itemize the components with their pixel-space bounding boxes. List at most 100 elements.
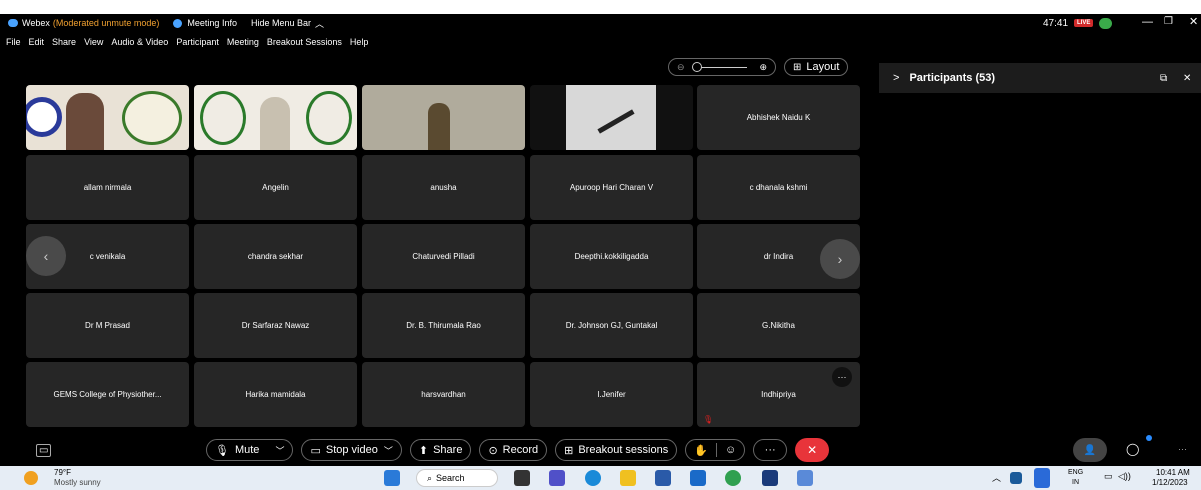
video-tile[interactable]: Angelin bbox=[194, 155, 357, 220]
taskbar-search[interactable]: ⌕ Search bbox=[416, 469, 498, 487]
stop-video-button[interactable]: ▭ Stop video ﹀ bbox=[301, 439, 402, 461]
chevron-up-icon[interactable]: ︿ bbox=[992, 471, 1001, 484]
chevron-down-icon[interactable]: ﹀ bbox=[275, 444, 284, 457]
video-tile[interactable]: Dr. Johnson GJ, Guntakal bbox=[530, 293, 693, 358]
minimize-button[interactable]: — bbox=[1142, 16, 1153, 28]
camera-icon: ▭ bbox=[310, 444, 321, 457]
menu-help[interactable]: Help bbox=[350, 37, 369, 47]
video-tile[interactable]: Harika mamidala bbox=[194, 362, 357, 427]
mic-tray-icon[interactable] bbox=[1034, 468, 1050, 488]
restore-button[interactable]: ❐ bbox=[1164, 16, 1173, 27]
windows-start-icon[interactable] bbox=[384, 470, 400, 486]
record-button[interactable]: ⊙ Record bbox=[479, 439, 548, 461]
video-tile[interactable]: anusha bbox=[362, 155, 525, 220]
tile-name: GEMS College of Physiother... bbox=[53, 390, 162, 399]
raise-hand-icon[interactable]: ✋ bbox=[694, 444, 708, 457]
mode-label: (Moderated unmute mode) bbox=[52, 18, 160, 28]
clock-date[interactable]: 1/12/2023 bbox=[1152, 478, 1188, 487]
menu-participant[interactable]: Participant bbox=[176, 37, 219, 47]
menu-edit[interactable]: Edit bbox=[29, 37, 45, 47]
video-tile[interactable] bbox=[194, 85, 357, 150]
clock-time[interactable]: 10:41 AM bbox=[1156, 468, 1190, 477]
store-icon[interactable] bbox=[655, 470, 671, 486]
reactions-button[interactable]: ✋ ☺ bbox=[685, 439, 746, 461]
video-tile[interactable]: chandra sekhar bbox=[194, 224, 357, 289]
share-icon: ⬆ bbox=[418, 444, 429, 457]
video-tile[interactable]: Indhipriya ··· 🎙 bbox=[697, 362, 860, 427]
more-apps-icon[interactable]: ··· bbox=[1178, 444, 1187, 454]
edge-browser-icon[interactable] bbox=[585, 470, 601, 486]
chevron-down-icon[interactable]: ﹀ bbox=[384, 444, 393, 457]
breakout-icon: ⊞ bbox=[564, 444, 574, 457]
tile-name: harsvardhan bbox=[421, 390, 466, 399]
video-tile[interactable]: allam nirmala bbox=[26, 155, 189, 220]
chat-button[interactable]: ◯ bbox=[1126, 442, 1139, 456]
file-explorer-icon[interactable] bbox=[620, 470, 636, 486]
video-tile[interactable]: Apuroop Hari Charan V bbox=[530, 155, 693, 220]
webex-tray-icon[interactable] bbox=[1010, 472, 1022, 484]
video-tile[interactable] bbox=[362, 85, 525, 150]
video-tile[interactable] bbox=[26, 85, 189, 150]
menu-share[interactable]: Share bbox=[52, 37, 76, 47]
share-button[interactable]: ⬆ Share bbox=[409, 439, 472, 461]
popout-icon[interactable]: ⧉ bbox=[1160, 73, 1167, 84]
menu-meeting[interactable]: Meeting bbox=[227, 37, 259, 47]
video-tile[interactable]: Dr Sarfaraz Nawaz bbox=[194, 293, 357, 358]
task-view-icon[interactable] bbox=[514, 470, 530, 486]
chrome-icon[interactable] bbox=[725, 470, 741, 486]
panel-close-icon[interactable]: ✕ bbox=[1183, 73, 1191, 84]
video-tile[interactable]: Chaturvedi Pilladi bbox=[362, 224, 525, 289]
video-tile[interactable]: c dhanala kshmi bbox=[697, 155, 860, 220]
webex-taskbar-icon[interactable] bbox=[762, 470, 778, 486]
language-2[interactable]: IN bbox=[1072, 479, 1079, 486]
more-button[interactable]: ··· bbox=[753, 439, 788, 461]
timer-group: 47:41 LIVE bbox=[1043, 17, 1113, 29]
video-tile[interactable]: Deepthi.kokkiligadda bbox=[530, 224, 693, 289]
captions-icon[interactable]: ▭ bbox=[36, 444, 52, 457]
zoom-in-icon[interactable]: ⊕ bbox=[759, 62, 767, 73]
breakout-sessions-button[interactable]: ⊞ Breakout sessions bbox=[555, 439, 678, 461]
participants-button[interactable]: 👤 bbox=[1073, 438, 1107, 462]
network-icon[interactable]: ▭ bbox=[1104, 471, 1113, 482]
end-call-button[interactable]: ✕ bbox=[795, 438, 830, 462]
chevron-right-icon[interactable]: > bbox=[893, 72, 899, 84]
tile-name: Indhipriya bbox=[761, 390, 796, 399]
chat-app-icon[interactable] bbox=[549, 470, 565, 486]
video-tile[interactable]: Abhishek Naidu K bbox=[697, 85, 860, 150]
meeting-info-label: Meeting Info bbox=[187, 18, 237, 28]
layout-button[interactable]: ⊞ Layout bbox=[784, 58, 849, 76]
menu-breakout-sessions[interactable]: Breakout Sessions bbox=[267, 37, 342, 47]
menu-audio-video[interactable]: Audio & Video bbox=[111, 37, 168, 47]
menu-view[interactable]: View bbox=[84, 37, 103, 47]
mute-button[interactable]: 🎙 Mute ﹀ bbox=[206, 439, 294, 461]
zoom-thumb[interactable] bbox=[692, 61, 702, 72]
video-tile[interactable]: harsvardhan bbox=[362, 362, 525, 427]
tile-name: c venikala bbox=[89, 252, 126, 261]
video-tile[interactable] bbox=[530, 85, 693, 150]
more-options-icon[interactable]: ··· bbox=[832, 367, 852, 387]
zoom-slider[interactable]: ⊖ ⊕ bbox=[668, 58, 776, 76]
logo-emblem-left bbox=[200, 91, 246, 145]
volume-icon[interactable]: ◁)) bbox=[1118, 471, 1131, 482]
next-page-button[interactable]: › bbox=[820, 239, 860, 279]
zoom-track[interactable] bbox=[692, 61, 747, 72]
mail-icon[interactable] bbox=[690, 470, 706, 486]
photos-icon[interactable] bbox=[797, 470, 813, 486]
video-tile[interactable]: G.Nikitha bbox=[697, 293, 860, 358]
emoji-icon[interactable]: ☺ bbox=[725, 444, 736, 456]
live-badge: LIVE bbox=[1074, 19, 1094, 27]
zoom-out-icon[interactable]: ⊖ bbox=[677, 62, 685, 73]
language-1[interactable]: ENG bbox=[1068, 469, 1083, 476]
breakout-label: Breakout sessions bbox=[578, 444, 669, 456]
close-button[interactable]: ✕ bbox=[1189, 15, 1198, 28]
hide-menu-button[interactable]: Hide Menu Bar ︿ bbox=[251, 17, 324, 30]
video-tile[interactable]: Dr. B. Thirumala Rao bbox=[362, 293, 525, 358]
meeting-info-button[interactable]: Meeting Info bbox=[173, 18, 237, 28]
video-tile[interactable]: GEMS College of Physiother... bbox=[26, 362, 189, 427]
tile-name: I.Jenifer bbox=[597, 390, 626, 399]
video-tile[interactable]: Dr M Prasad bbox=[26, 293, 189, 358]
zoom-control: ⊖ ⊕ ⊞ Layout bbox=[668, 58, 849, 76]
menu-file[interactable]: File bbox=[6, 37, 21, 47]
previous-page-button[interactable]: ‹ bbox=[26, 236, 66, 276]
video-tile[interactable]: I.Jenifer bbox=[530, 362, 693, 427]
